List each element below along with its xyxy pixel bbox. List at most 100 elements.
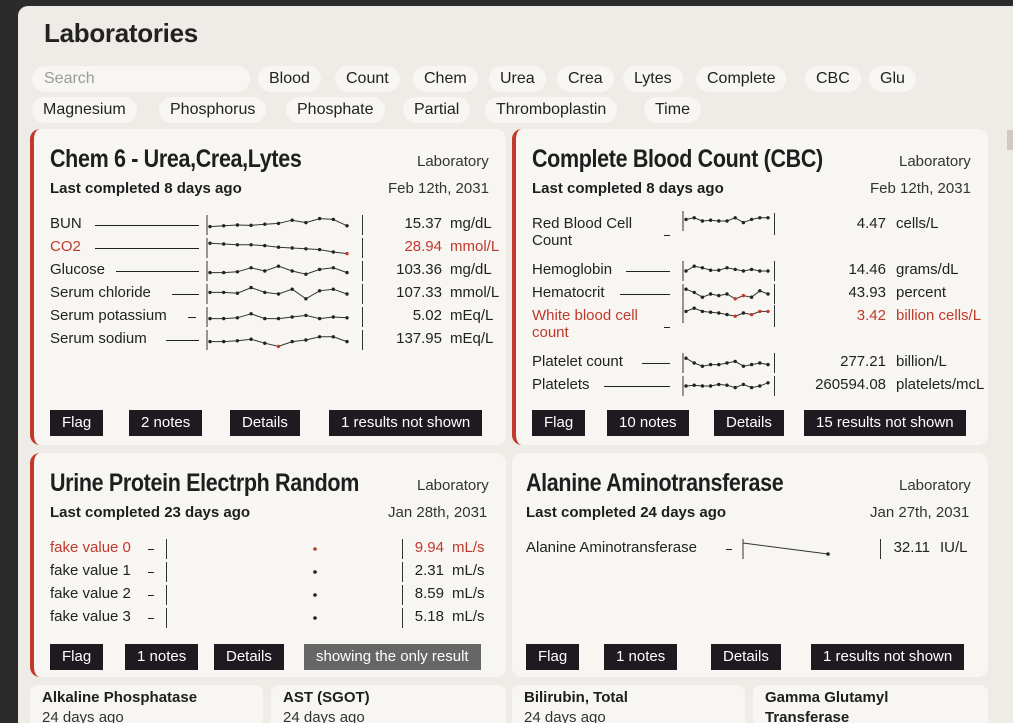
leader-line [148,572,154,573]
trend-sparkline [206,238,349,258]
lab-card-urine-protein[interactable]: Urine Protein Electrph Random Laboratory… [30,453,506,677]
card-title: Urine Protein Electrph Random [50,469,359,497]
result-row[interactable]: fake value 1 2.31 mL/s [50,562,500,582]
filter-chip-phosphate[interactable]: Phosphate [286,97,385,123]
leader-line [664,327,670,328]
filter-chip-complete[interactable]: Complete [696,66,787,92]
sparkline-point [235,291,240,295]
sparkline-point [700,295,705,299]
trend-sparkline [682,261,770,281]
last-completed: Last completed 8 days ago [50,180,242,197]
filter-chip-thromboplastin[interactable]: Thromboplastin [485,97,618,123]
divider [362,261,363,281]
sparkline-point [766,362,770,367]
result-unit: mL/s [452,539,485,556]
flag-button[interactable]: Flag [50,644,104,670]
sparkline-point [717,362,721,367]
lab-card-bilirubin-total[interactable]: Bilirubin, Total 24 days ago [512,685,745,723]
results-not-shown-button[interactable]: 1 results not shown [811,644,965,670]
filter-chip-urea[interactable]: Urea [489,66,546,92]
result-row[interactable]: BUN 15.37 mg/dL [50,215,500,235]
sparkline-point [290,315,294,319]
sparkline-point [708,384,713,388]
result-row[interactable]: Red Blood Cell Count 4.47 cells/L [532,211,988,259]
sparkline-point [222,224,226,228]
lab-card-alanine-aminotransferase[interactable]: Alanine Aminotransferase Laboratory Last… [512,453,988,677]
card-type: Laboratory [417,153,489,170]
divider [774,284,775,304]
lab-card-chem6[interactable]: Chem 6 - Urea,Crea,Lytes Laboratory Last… [30,129,506,445]
result-row[interactable]: fake value 2 8.59 mL/s [50,585,500,605]
result-row[interactable]: CO2 28.94 mmol/L [50,238,500,258]
sparkline-point [222,316,226,321]
sparkline-point [733,385,737,390]
card-title: Complete Blood Count (CBC) [532,145,823,173]
result-unit: mmol/L [450,284,500,301]
results-not-shown-button[interactable]: 1 results not shown [329,410,483,436]
result-row[interactable]: White blood cell count 3.42 billion cells… [532,303,988,351]
sparkline-point [304,247,308,251]
result-row[interactable]: Serum chloride 107.33 mmol/L [50,284,500,304]
leader-line [604,386,670,387]
filter-chip-phosphorus[interactable]: Phosphorus [159,97,267,123]
lab-card-cbc[interactable]: Complete Blood Count (CBC) Laboratory La… [512,129,988,445]
flag-button[interactable]: Flag [526,644,580,670]
card-type: Laboratory [417,477,489,494]
result-row[interactable]: Serum sodium 137.95 mEq/L [50,330,500,350]
details-button[interactable]: Details [714,410,784,436]
result-unit: mL/s [452,585,485,602]
notes-button[interactable]: 2 notes [129,410,203,436]
filter-chip-count[interactable]: Count [335,66,400,92]
result-unit: mg/dL [450,261,492,278]
notes-button[interactable]: 1 notes [604,644,678,670]
filter-chip-partial[interactable]: Partial [403,97,471,123]
filter-chip-blood[interactable]: Blood [258,66,321,92]
filter-chip-chem[interactable]: Chem [413,66,478,92]
sparkline-point [263,316,267,321]
details-button[interactable]: Details [214,644,284,670]
result-label: Serum chloride [50,284,151,301]
card-date: Feb 12th, 2031 [870,180,971,197]
search-input[interactable]: Search [32,66,250,92]
result-row[interactable]: Serum potassium 5.02 mEq/L [50,307,500,327]
sparkline-point [766,216,770,220]
scrollbar[interactable] [1007,130,1013,150]
trend-sparkline [682,376,770,396]
flag-button[interactable]: Flag [532,410,586,436]
result-row[interactable]: Glucose 103.36 mg/dL [50,261,500,281]
sparkline-point [758,269,762,273]
filter-chip-glu[interactable]: Glu [869,66,916,92]
details-button[interactable]: Details [711,644,781,670]
notes-button[interactable]: 10 notes [607,410,689,436]
filter-chip-cbc[interactable]: CBC [805,66,861,92]
result-row[interactable]: fake value 0 9.94 mL/s [50,539,500,559]
details-button[interactable]: Details [230,410,300,436]
result-label: Alanine Aminotransferase [526,539,697,556]
result-row[interactable]: Hematocrit 43.93 percent [532,284,988,304]
sparkline-point [692,290,696,295]
result-row[interactable]: Platelet count 277.21 billion/L [532,353,988,373]
result-value: 103.36 [396,261,442,278]
leader-line [626,271,670,272]
filter-chip-lytes[interactable]: Lytes [623,66,683,92]
result-row[interactable]: Hemoglobin 14.46 grams/dL [532,261,988,281]
filter-chip-time[interactable]: Time [644,97,701,123]
result-row[interactable]: Alanine Aminotransferase 32.11 IU/L [526,539,982,559]
result-row[interactable]: fake value 3 5.18 mL/s [50,608,500,628]
sparkline-point [276,245,281,249]
sparkline-point [208,270,212,275]
flag-button[interactable]: Flag [50,410,104,436]
result-row[interactable]: Platelets 260594.08 platelets/mcL [532,376,988,396]
card-title: Alkaline Phosphatase [42,689,198,706]
notes-button[interactable]: 1 notes [125,644,199,670]
result-unit: mEq/L [450,330,494,347]
lab-card-gamma-glutamyl[interactable]: Gamma Glutamyl Transferase [753,685,988,723]
filter-chip-magnesium[interactable]: Magnesium [32,97,137,123]
sparkline-point [692,264,696,268]
filter-chip-crea[interactable]: Crea [557,66,614,92]
sparkline-point [345,251,349,256]
lab-card-ast-sgot[interactable]: AST (SGOT) 24 days ago [271,685,506,723]
results-not-shown-button[interactable]: 15 results not shown [804,410,966,436]
result-value: 260594.08 [815,376,886,393]
lab-card-alkaline-phosphatase[interactable]: Alkaline Phosphatase 24 days ago [30,685,263,723]
